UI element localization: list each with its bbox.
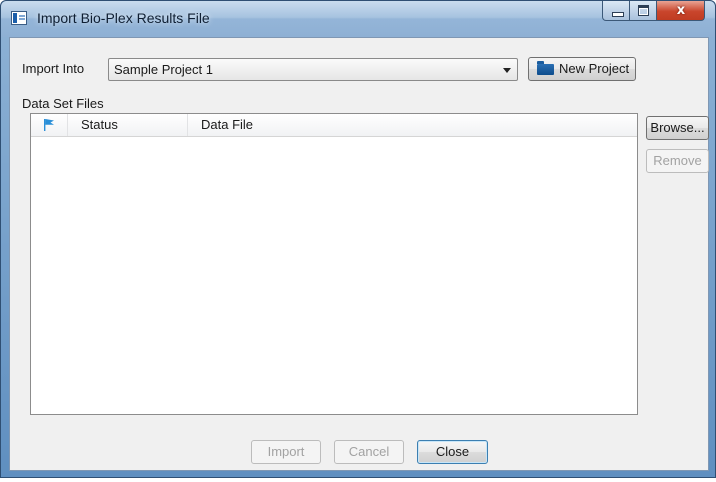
- data-set-files-table[interactable]: Status Data File: [30, 113, 638, 415]
- remove-button[interactable]: Remove: [646, 149, 709, 173]
- minimize-button[interactable]: [602, 1, 630, 21]
- column-separator: [67, 114, 68, 136]
- project-select-value: Sample Project 1: [114, 62, 213, 77]
- new-project-button[interactable]: New Project: [528, 57, 636, 81]
- browse-button[interactable]: Browse...: [646, 116, 709, 140]
- title-bar[interactable]: Import Bio-Plex Results File x: [1, 1, 715, 37]
- data-set-files-label: Data Set Files: [22, 96, 104, 111]
- maximize-button[interactable]: [630, 1, 657, 21]
- cancel-button[interactable]: Cancel: [334, 440, 404, 464]
- close-window-button[interactable]: x: [657, 1, 705, 21]
- window-title: Import Bio-Plex Results File: [37, 10, 210, 26]
- chevron-down-icon: [503, 68, 511, 73]
- project-select[interactable]: Sample Project 1: [108, 58, 518, 81]
- window-controls: x: [602, 1, 705, 23]
- new-project-label: New Project: [559, 61, 630, 76]
- close-icon: x: [676, 3, 686, 18]
- import-into-label: Import Into: [22, 61, 85, 76]
- close-button[interactable]: Close: [417, 440, 488, 464]
- folder-icon: [537, 61, 554, 75]
- app-icon: [11, 11, 27, 25]
- column-header-data-file[interactable]: Data File: [201, 117, 253, 132]
- minimize-icon: [612, 12, 624, 17]
- dialog-window: Import Bio-Plex Results File x Import In…: [0, 0, 716, 478]
- table-header: Status Data File: [31, 114, 637, 137]
- import-button[interactable]: Import: [251, 440, 321, 464]
- maximize-icon: [638, 5, 649, 16]
- column-header-status[interactable]: Status: [81, 117, 118, 132]
- column-separator: [187, 114, 188, 136]
- dialog-body: Import Into Sample Project 1 New Project…: [9, 37, 709, 471]
- flag-icon: [44, 119, 54, 131]
